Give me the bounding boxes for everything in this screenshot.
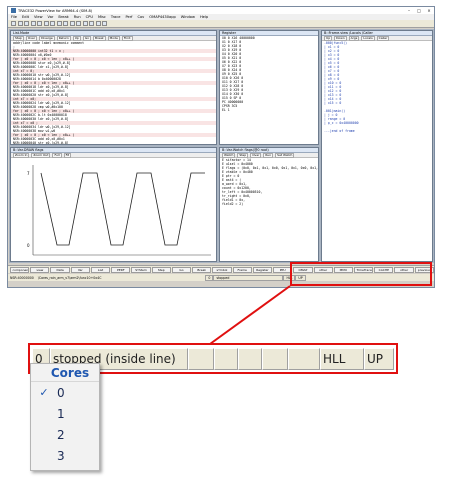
cores-menu-item-2[interactable]: 2 — [31, 424, 99, 445]
debug-mode-field: HLL — [320, 348, 364, 370]
cores-menu-item-label: 3 — [57, 448, 65, 463]
callout-line — [209, 285, 291, 345]
cores-menu-item-label: 2 — [57, 427, 65, 442]
status-empty-1 — [188, 348, 214, 370]
cores-menu-item-3[interactable]: 3 — [31, 445, 99, 466]
status-empty-2 — [214, 348, 238, 370]
cores-menu-item-label: 0 — [57, 385, 65, 400]
checkmark-icon: ✓ — [39, 386, 49, 399]
cores-menu-header: Cores — [31, 364, 99, 382]
status-empty-5 — [288, 348, 320, 370]
direction-field: UP — [364, 348, 394, 370]
cores-menu: Cores ✓ 0 1 2 3 — [30, 363, 100, 471]
status-empty-3 — [238, 348, 262, 370]
cores-menu-item-1[interactable]: 1 — [31, 403, 99, 424]
status-empty-4 — [262, 348, 288, 370]
cores-menu-item-label: 1 — [57, 406, 65, 421]
cores-menu-item-0[interactable]: ✓ 0 — [31, 382, 99, 403]
